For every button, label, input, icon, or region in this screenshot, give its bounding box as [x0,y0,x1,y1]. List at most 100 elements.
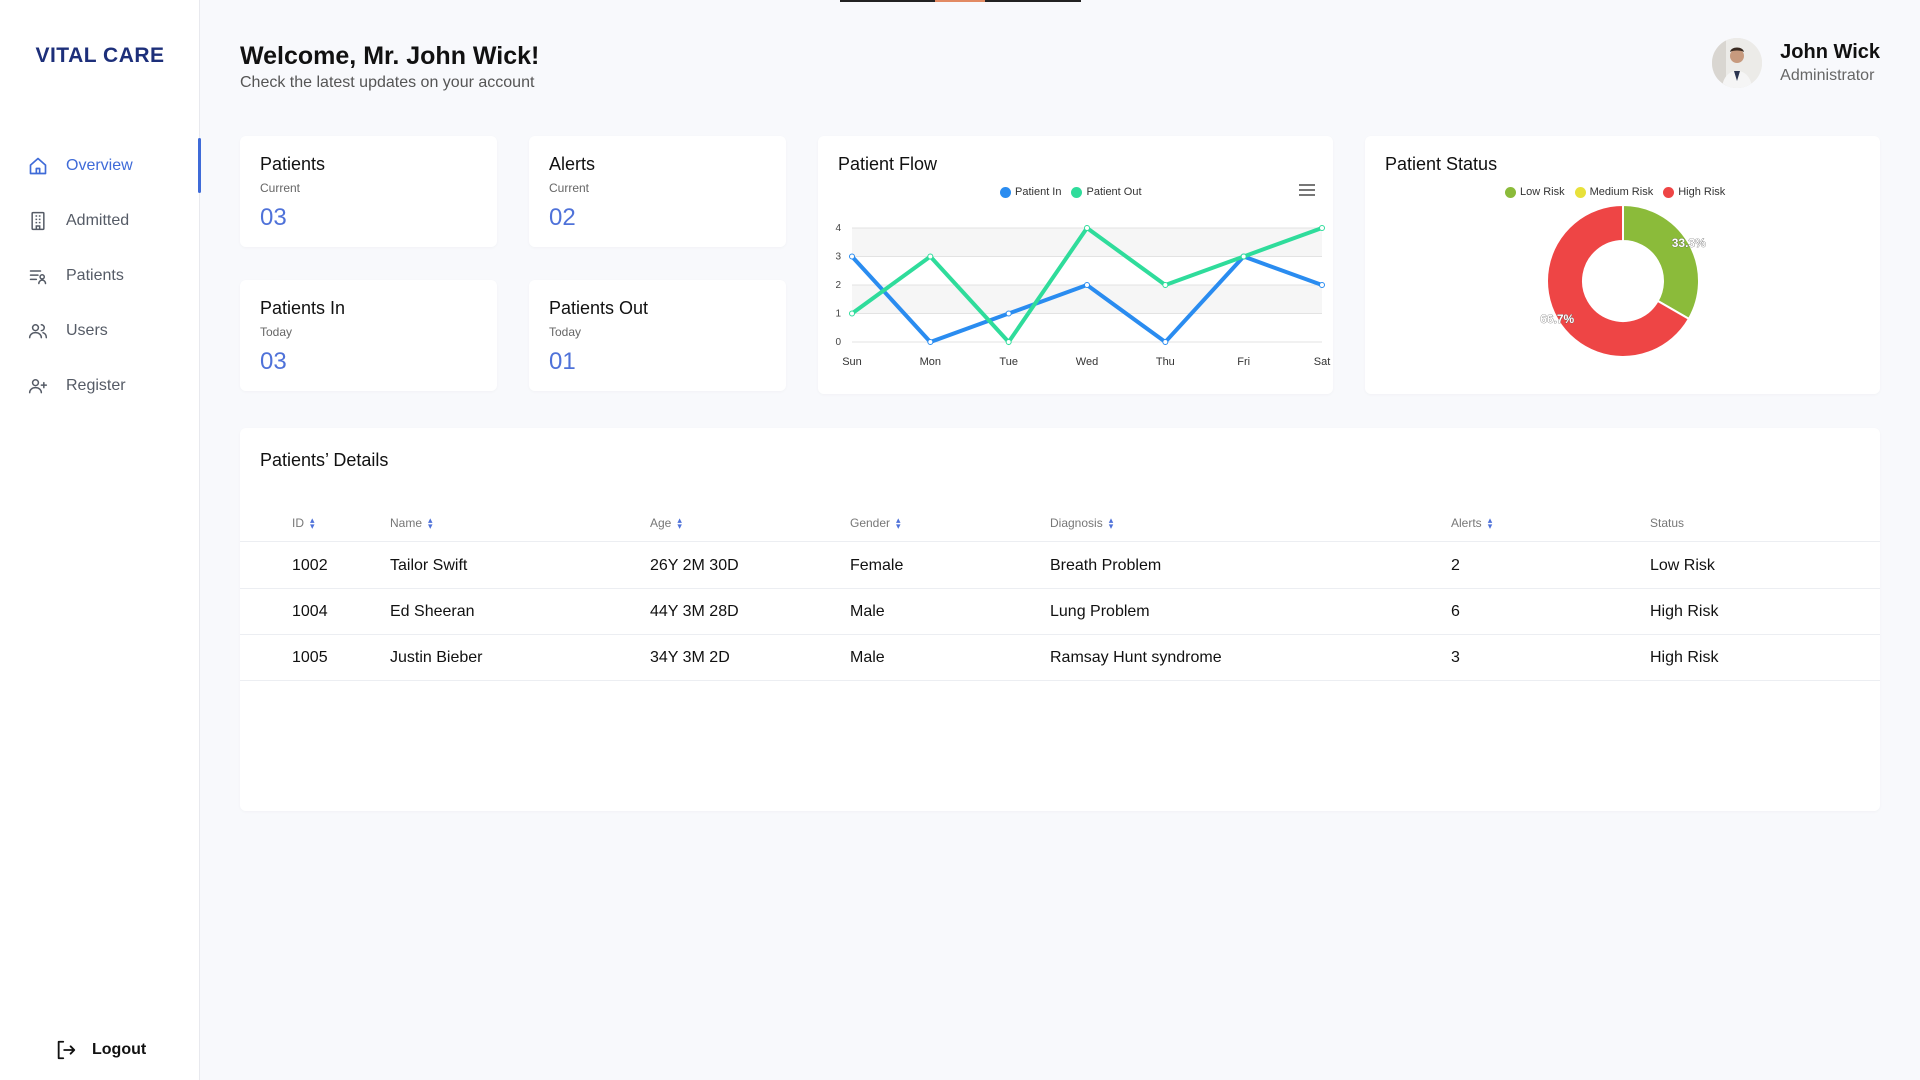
column-header-alerts[interactable]: Alerts ▴ ▾ [1451,516,1493,531]
data-point[interactable] [1084,225,1090,231]
sort-icon[interactable]: ▴ ▾ [896,516,901,531]
column-header-label: Name [390,516,423,530]
data-point[interactable] [1005,310,1012,317]
column-header-label: Status [1650,516,1685,530]
column-header-label: ID [292,516,304,530]
y-tick-label: 0 [835,337,841,348]
pie-data-label: 33.3% [1672,236,1706,250]
home-icon [26,154,50,178]
stat-card-patients-out: Patients Out Today 01 [529,280,786,391]
list-user-icon [26,264,50,288]
column-header-gender[interactable]: Gender ▴ ▾ [850,516,901,531]
table-row[interactable]: 1004 Ed Sheeran 44Y 3M 28D Male Lung Problem… [240,589,1880,635]
profile-name: John Wick [1780,41,1880,63]
patients-details-card: Patients’ Details ID ▴ ▾ Name ▴ ▾ Age ▴ ▾ Gender ▴… [240,428,1880,811]
stat-subtitle: Current [260,181,301,195]
column-header-diagnosis[interactable]: Diagnosis ▴ ▾ [1050,516,1114,531]
table-cell-diagnosis: Breath Problem [1050,557,1162,574]
stat-value: 01 [549,348,576,375]
data-point[interactable] [1162,282,1169,288]
table-cell-name: Tailor Swift [390,557,468,574]
table-cell-alerts: 2 [1451,557,1460,574]
column-header-name[interactable]: Name ▴ ▾ [390,516,433,531]
user-add-icon [26,374,50,398]
table-cell-alerts: 3 [1451,649,1460,666]
sidebar-item-admitted[interactable]: Admitted [0,193,200,248]
stat-value: 02 [549,204,576,231]
table-cell-diagnosis: Lung Problem [1050,603,1150,620]
y-tick-label: 1 [835,309,841,320]
page-title: Welcome, Mr. John Wick! [240,42,540,70]
column-header-label: Alerts [1451,516,1482,530]
column-header-id[interactable]: ID ▴ ▾ [292,516,315,531]
sort-icon[interactable]: ▴ ▾ [677,516,682,531]
column-header-status: Status [1650,516,1684,530]
table-row[interactable]: 1002 Tailor Swift 26Y 2M 30D Female Breath P… [240,543,1880,589]
table-cell-gender: Male [850,649,885,666]
stat-card-patients: Patients Current 03 [240,136,497,247]
grid-band [852,285,1322,314]
table-cell-gender: Male [850,603,885,620]
data-point[interactable] [1319,282,1325,288]
sort-icon[interactable]: ▴ ▾ [1488,516,1493,531]
sort-icon[interactable]: ▴ ▾ [428,516,433,531]
patient-flow-card: Patient Flow Patient In Patient Out 0123… [818,136,1333,394]
data-point[interactable] [1240,253,1247,260]
table-cell-id: 1002 [292,557,328,574]
x-tick-label: Thu [1156,356,1175,368]
data-point[interactable] [1084,282,1090,288]
patient-status-chart: 33.3% 66.7% [1540,203,1706,358]
sidebar-item-overview[interactable]: Overview [0,138,201,193]
table-cell-age: 26Y 2M 30D [650,557,739,574]
user-profile[interactable]: John Wick Administrator [1712,38,1880,88]
stat-title: Patients Out [549,298,649,318]
table-header: ID ▴ ▾ Name ▴ ▾ Age ▴ ▾ Gender ▴ ▾ Diagnosis ▴ ▾ Alerts… [240,508,1880,542]
sort-icon[interactable]: ▴ ▾ [1109,516,1114,531]
logout-icon [54,1038,78,1062]
x-tick-label: Wed [1076,356,1098,368]
brand-logo: VITAL CARE [35,44,165,67]
table-cell-gender: Female [850,557,904,574]
stat-value: 03 [260,348,287,375]
data-point[interactable] [849,253,855,260]
sidebar-item-label: Admitted [66,211,130,229]
x-tick-label: Sun [842,356,862,368]
sidebar-item-patients[interactable]: Patients [0,248,200,303]
stat-title: Patients In [260,298,346,318]
data-point[interactable] [849,310,855,317]
stat-subtitle: Today [549,325,582,339]
table-cell-age: 44Y 3M 28D [650,603,739,620]
y-tick-label: 2 [835,280,841,291]
x-tick-label: Fri [1237,356,1250,368]
table-cell-name: Justin Bieber [390,649,483,666]
column-header-label: Age [650,516,672,530]
page-subtitle: Check the latest updates on your account [240,74,535,91]
profile-role: Administrator [1780,67,1875,84]
avatar [1712,38,1763,88]
column-header-age[interactable]: Age ▴ ▾ [650,516,682,531]
logout-button[interactable]: Logout [54,1038,146,1062]
table-cell-status: High Risk [1650,649,1719,666]
y-tick-label: 3 [835,252,841,263]
table-cell-name: Ed Sheeran [390,603,475,620]
stat-title: Alerts [549,154,596,174]
data-point[interactable] [927,253,934,260]
table-title: Patients’ Details [260,450,389,470]
sidebar-item-users[interactable]: Users [0,303,200,358]
sidebar: VITAL CARE Overview Admitted Patients Us… [0,0,201,1080]
data-point[interactable] [1005,339,1012,345]
sidebar-nav: Overview Admitted Patients Users Registe… [0,138,201,413]
x-tick-label: Tue [999,356,1018,368]
sidebar-item-register[interactable]: Register [0,358,200,413]
data-point[interactable] [927,339,934,345]
data-point[interactable] [1162,339,1169,345]
top-accent-bar [840,0,1081,2]
building-icon [26,209,50,233]
data-point[interactable] [1319,225,1325,231]
x-tick-label: Mon [920,356,941,368]
table-row[interactable]: 1005 Justin Bieber 34Y 3M 2D Male Ramsay Hun… [240,635,1880,681]
patient-flow-chart: 0 1 2 3 4 Sun Mon Tue Wed Thu Fri Sat [835,223,1330,368]
y-tick-label: 4 [835,223,841,234]
table-cell-status: Low Risk [1650,557,1715,574]
sort-icon[interactable]: ▴ ▾ [310,516,315,531]
